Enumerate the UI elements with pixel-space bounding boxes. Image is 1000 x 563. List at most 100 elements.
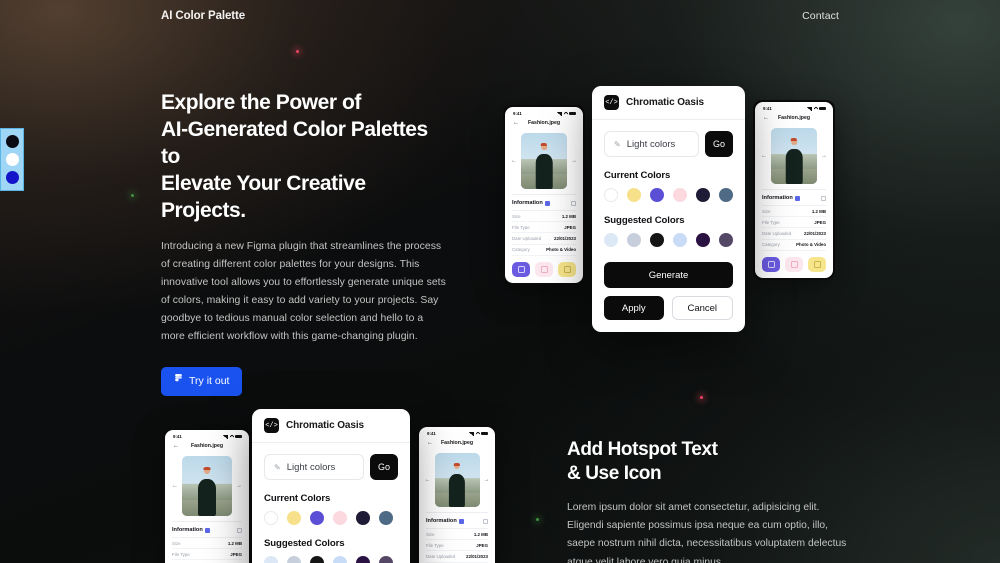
current-swatch-1[interactable] bbox=[264, 511, 278, 525]
arrow-right-icon[interactable]: → bbox=[236, 483, 242, 489]
suggested-swatch-5[interactable] bbox=[356, 556, 370, 563]
apply-button[interactable]: Apply bbox=[604, 296, 664, 320]
suggested-swatch-4[interactable] bbox=[333, 556, 347, 563]
photo-hat bbox=[790, 138, 798, 142]
expand-icon[interactable] bbox=[821, 195, 826, 201]
code-icon: </> bbox=[264, 418, 279, 433]
arrow-left-icon[interactable]: ← bbox=[172, 483, 178, 489]
current-swatch-5[interactable] bbox=[356, 511, 370, 525]
arrow-right-icon[interactable]: → bbox=[484, 477, 490, 483]
current-swatch-4[interactable] bbox=[673, 188, 687, 202]
suggested-swatch-6[interactable] bbox=[379, 556, 393, 563]
brand-logo-text[interactable]: AI Color Palette bbox=[161, 10, 245, 22]
information-title-text: Information bbox=[512, 200, 543, 206]
suggested-swatch-6[interactable] bbox=[719, 233, 733, 247]
hero-title: Explore the Power of AI-Generated Color … bbox=[161, 90, 446, 224]
prompt-input[interactable] bbox=[626, 138, 689, 150]
generate-button[interactable]: Generate bbox=[604, 262, 733, 288]
suggested-swatch-5[interactable] bbox=[696, 233, 710, 247]
current-swatch-1[interactable] bbox=[604, 188, 618, 202]
file-title: Fashion.jpeg bbox=[778, 115, 810, 121]
status-icons bbox=[557, 110, 576, 117]
current-colors-label: Current Colors bbox=[604, 170, 671, 181]
information-rows: Size 1.2 MB File Type JPEG Date Uploaded… bbox=[512, 210, 576, 256]
suggested-colors-row bbox=[604, 233, 733, 247]
suggested-swatch-4[interactable] bbox=[673, 233, 687, 247]
row-value: JPEG bbox=[476, 542, 488, 548]
current-swatch-2[interactable] bbox=[287, 511, 301, 525]
wifi-icon bbox=[228, 433, 235, 440]
table-row: File Type JPEG bbox=[426, 540, 488, 552]
arrow-right-icon[interactable]: → bbox=[821, 153, 827, 159]
suggested-swatch-3[interactable] bbox=[310, 556, 324, 563]
table-row: Size 1.2 MB bbox=[762, 206, 826, 218]
current-swatch-6[interactable] bbox=[719, 188, 733, 202]
section-2-title: Add Hotspot Text & Use Icon bbox=[567, 438, 849, 486]
current-swatch-4[interactable] bbox=[333, 511, 347, 525]
go-button[interactable]: Go bbox=[370, 454, 398, 480]
current-swatch-3[interactable] bbox=[650, 188, 664, 202]
suggested-swatch-1[interactable] bbox=[264, 556, 278, 563]
expand-icon[interactable] bbox=[483, 518, 488, 524]
expand-icon[interactable] bbox=[571, 200, 576, 206]
arrow-left-icon[interactable]: ← bbox=[511, 158, 517, 164]
status-time: 9:41 bbox=[513, 111, 522, 116]
nav-link-contact[interactable]: Contact bbox=[802, 10, 839, 22]
phone-status-bar: 9:41 bbox=[755, 102, 833, 112]
edge-swatch-3[interactable] bbox=[5, 171, 19, 185]
copy-icon[interactable] bbox=[535, 261, 553, 277]
suggested-swatch-2[interactable] bbox=[627, 233, 641, 247]
edge-swatch-2[interactable] bbox=[5, 152, 19, 166]
prompt-input-wrapper[interactable]: ✎ bbox=[604, 131, 699, 157]
row-key: Size bbox=[426, 531, 435, 537]
suggested-colors-label: Suggested Colors bbox=[264, 538, 345, 549]
photo-person bbox=[785, 149, 803, 184]
phone-mockup-a: 9:41 ← Fashion.jpeg ← → Information Size… bbox=[503, 105, 585, 285]
prompt-input[interactable] bbox=[286, 461, 354, 473]
table-row: Category Photo & Video bbox=[512, 245, 576, 256]
suggested-swatch-1[interactable] bbox=[604, 233, 618, 247]
accent-dot-red bbox=[296, 50, 299, 53]
file-title: Fashion.jpeg bbox=[528, 120, 560, 126]
status-time: 9:41 bbox=[427, 431, 436, 436]
share-icon[interactable] bbox=[762, 256, 780, 272]
star-icon[interactable] bbox=[558, 261, 576, 277]
information-title: Information bbox=[512, 200, 550, 206]
suggested-swatch-2[interactable] bbox=[287, 556, 301, 563]
arrow-left-icon[interactable]: ← bbox=[425, 477, 431, 483]
row-value: 1.2 MB bbox=[811, 208, 826, 214]
arrow-left-icon[interactable]: ← bbox=[761, 153, 767, 159]
status-time: 9:41 bbox=[173, 434, 182, 439]
battery-icon bbox=[569, 111, 576, 116]
current-swatch-5[interactable] bbox=[696, 188, 710, 202]
row-value: 1.2 MB bbox=[473, 531, 488, 537]
section-2: Add Hotspot Text & Use Icon Lorem ipsum … bbox=[567, 438, 849, 563]
row-key: File Type bbox=[426, 542, 444, 548]
share-icon[interactable] bbox=[512, 261, 530, 277]
pen-icon: ✎ bbox=[274, 462, 281, 472]
expand-icon[interactable] bbox=[237, 527, 242, 533]
go-button[interactable]: Go bbox=[705, 131, 733, 157]
edge-palette-widget[interactable] bbox=[0, 128, 24, 191]
plugin-header: </> Chromatic Oasis bbox=[592, 86, 745, 120]
row-key: File Type bbox=[172, 551, 190, 557]
row-value: JPEG bbox=[230, 551, 242, 557]
prompt-input-wrapper[interactable]: ✎ bbox=[264, 454, 364, 480]
arrow-right-icon[interactable]: → bbox=[571, 158, 577, 164]
current-swatch-3[interactable] bbox=[310, 511, 324, 525]
row-value: 1.2 MB bbox=[561, 213, 576, 219]
table-row: File Type JPEG bbox=[762, 217, 826, 229]
try-it-out-button[interactable]: Try it out bbox=[161, 366, 243, 396]
row-value: 22/01/2023 bbox=[804, 230, 826, 236]
copy-icon[interactable] bbox=[785, 256, 803, 272]
current-swatch-2[interactable] bbox=[627, 188, 641, 202]
star-icon[interactable] bbox=[808, 256, 826, 272]
cancel-button[interactable]: Cancel bbox=[671, 296, 733, 320]
current-swatch-6[interactable] bbox=[379, 511, 393, 525]
image-stage: ← → bbox=[755, 125, 833, 189]
edge-swatch-1[interactable] bbox=[5, 134, 19, 148]
current-colors-row bbox=[604, 188, 733, 202]
suggested-swatch-3[interactable] bbox=[650, 233, 664, 247]
page-root: AI Color Palette Contact Explore the Pow… bbox=[0, 0, 1000, 563]
plugin-title: Chromatic Oasis bbox=[626, 97, 704, 108]
